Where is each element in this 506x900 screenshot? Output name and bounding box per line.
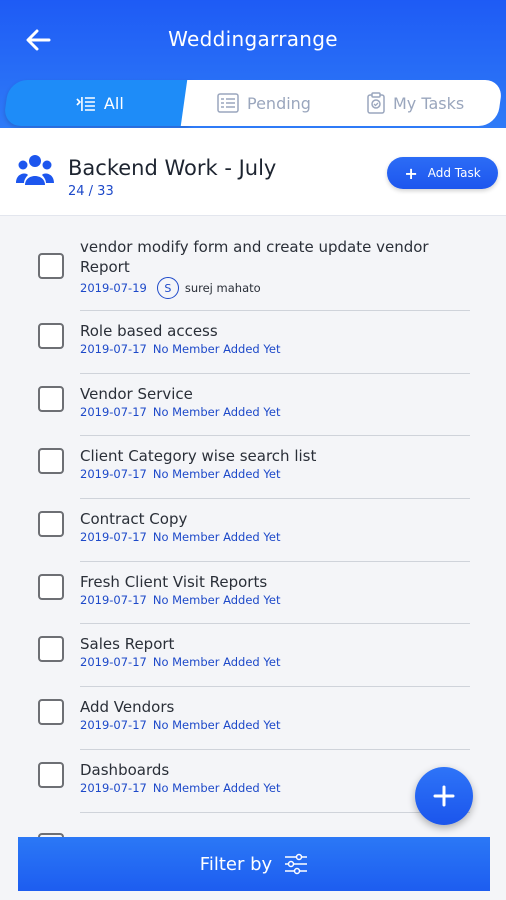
task-item[interactable]: vendor modify form and create update ven…	[0, 218, 506, 311]
task-name: vendor modify form and create update ven…	[80, 238, 429, 276]
task-name: Add Vendors	[80, 698, 175, 717]
task-date: 2019-07-17	[80, 404, 147, 419]
task-checkbox[interactable]	[38, 323, 64, 349]
task-member: No Member Added Yet	[152, 342, 281, 356]
task-member: No Member Added Yet	[152, 530, 281, 545]
task-member: No Member Added Yet	[152, 780, 281, 795]
plus-icon: +	[404, 163, 418, 183]
tab-all[interactable]: All	[2, 80, 198, 126]
divider	[80, 811, 470, 813]
task-item[interactable]: Contract Copy 2019-07-17 No Member Added…	[0, 499, 506, 562]
task-item[interactable]: Role based access 2019-07-17 No Member A…	[0, 311, 506, 374]
task-item[interactable]: Sales Report 2019-07-17 No Member Added …	[0, 624, 506, 688]
app-title: Weddingarrange	[168, 27, 338, 51]
checklist-icon	[216, 93, 239, 113]
task-item[interactable]: Vendor Service 2019-07-17 No Member Adde…	[0, 374, 506, 437]
tab-all-label: All	[104, 93, 124, 113]
task-date: 2019-07-19	[80, 281, 147, 295]
task-date: 2019-07-17	[80, 530, 147, 545]
task-name: Dashboards	[80, 760, 170, 779]
tab-my-tasks-label: My Tasks	[393, 93, 465, 113]
task-member: No Member Added Yet	[152, 655, 281, 670]
task-member: surej mahato	[184, 281, 261, 295]
add-task-label: Add Task	[427, 166, 481, 180]
task-name: Client Category wise search list	[80, 447, 317, 466]
task-count: 24 / 33	[68, 184, 114, 199]
task-name: Vendor Service	[80, 384, 193, 403]
task-name: Contract Copy	[80, 510, 188, 529]
add-task-button[interactable]: + Add Task	[387, 157, 498, 189]
filter-button[interactable]: Filter by	[18, 837, 490, 891]
task-name: Sales Report	[80, 635, 175, 654]
task-item[interactable]: Fresh Client Visit Reports 2019-07-17 No…	[0, 562, 506, 625]
task-member: No Member Added Yet	[152, 718, 281, 733]
list-icon	[76, 96, 96, 110]
task-checkbox[interactable]	[38, 385, 64, 412]
add-fab-button[interactable]	[415, 767, 473, 825]
task-name: Role based access	[80, 322, 218, 340]
task-checkbox[interactable]	[38, 253, 64, 279]
task-item[interactable]: Add Vendors 2019-07-17 No Member Added Y…	[0, 687, 506, 750]
clipboard-icon	[367, 92, 386, 114]
member-avatar: S	[156, 277, 179, 299]
task-date: 2019-07-17	[80, 718, 147, 733]
task-item[interactable]: Client Category wise search list 2019-07…	[0, 436, 506, 500]
tab-pending[interactable]: Pending	[180, 80, 348, 126]
tab-pending-label: Pending	[246, 93, 311, 113]
task-checkbox[interactable]	[38, 636, 64, 663]
task-checkbox[interactable]	[38, 699, 64, 726]
tab-bar: All Pending My Tasks	[0, 80, 506, 128]
plus-icon	[433, 785, 455, 807]
filter-label: Filter by	[199, 853, 273, 875]
task-checkbox[interactable]	[38, 511, 64, 538]
task-date: 2019-07-17	[80, 592, 147, 607]
project-title: Backend Work - July	[68, 156, 277, 180]
task-member: No Member Added Yet	[152, 404, 281, 419]
task-date: 2019-07-17	[80, 467, 147, 482]
tab-my-tasks[interactable]: My Tasks	[328, 80, 504, 126]
task-date: 2019-07-17	[80, 655, 147, 670]
group-icon	[16, 155, 54, 185]
task-checkbox[interactable]	[38, 448, 64, 475]
task-date: 2019-07-17	[80, 780, 147, 795]
task-member: No Member Added Yet	[152, 592, 281, 607]
task-checkbox[interactable]	[38, 761, 64, 788]
task-checkbox[interactable]	[38, 573, 64, 600]
sliders-icon	[285, 853, 308, 875]
task-list: vendor modify form and create update ven…	[0, 218, 506, 813]
task-member: No Member Added Yet	[152, 467, 281, 482]
task-name: Fresh Client Visit Reports	[80, 572, 268, 591]
task-date: 2019-07-17	[80, 342, 147, 356]
app-header: Weddingarrange All Pending My Tasks	[0, 0, 506, 128]
